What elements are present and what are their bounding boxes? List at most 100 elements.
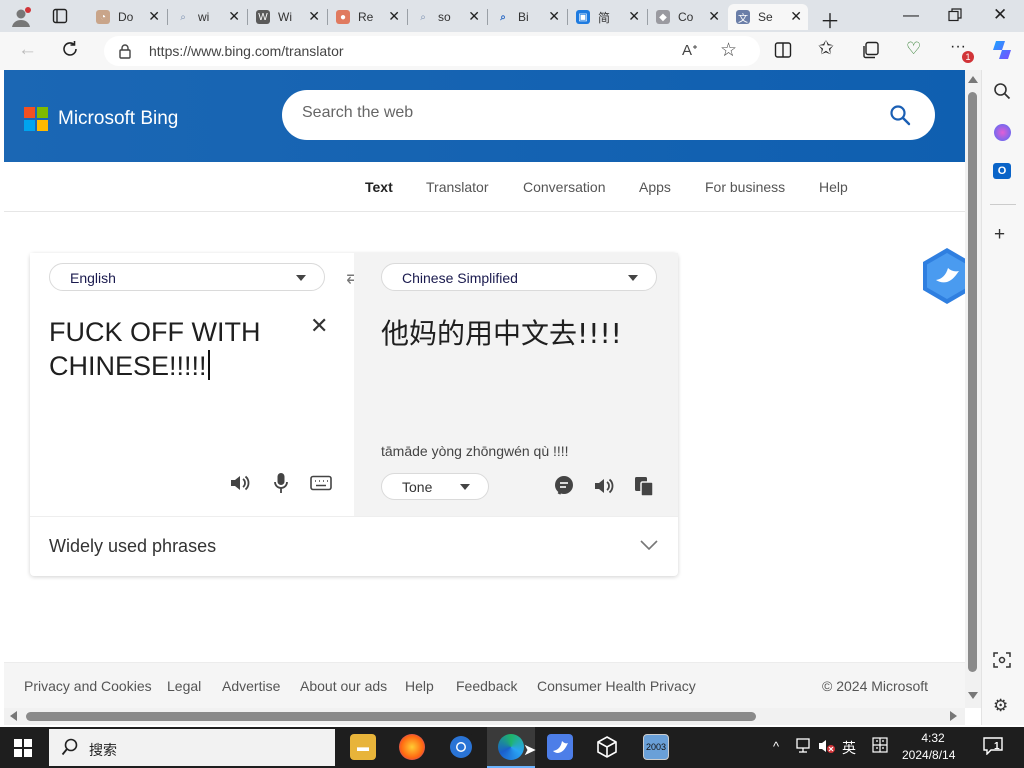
search-icon[interactable]	[889, 104, 911, 131]
vertical-scroll-thumb[interactable]	[968, 92, 977, 672]
read-aloud-icon[interactable]: Aᐩ	[682, 41, 698, 59]
widely-used-phrases[interactable]: Widely used phrases	[30, 516, 678, 576]
nav-apps[interactable]: Apps	[639, 179, 671, 195]
close-tab-icon[interactable]: ✕	[628, 8, 640, 25]
network-icon[interactable]	[795, 738, 811, 757]
vertical-scrollbar[interactable]	[965, 70, 981, 708]
close-tab-icon[interactable]: ✕	[790, 8, 802, 25]
restore-button[interactable]	[948, 8, 962, 27]
keyboard-icon[interactable]	[309, 471, 333, 495]
ime-indicator[interactable]: 英	[842, 738, 856, 758]
close-tab-icon[interactable]: ✕	[148, 8, 160, 25]
scroll-right-icon[interactable]	[950, 711, 957, 721]
chevron-up-icon[interactable]: ^	[773, 739, 779, 754]
browser-tab[interactable]: ◔ Do ✕	[88, 4, 166, 30]
back-arrow-icon[interactable]: ←	[18, 39, 37, 61]
close-tab-icon[interactable]: ✕	[388, 8, 400, 25]
browser-tab[interactable]: ◆ Co ✕	[648, 4, 726, 30]
footer-link[interactable]: Consumer Health Privacy	[537, 678, 696, 694]
mouse-cursor-icon: ➤	[523, 742, 537, 759]
split-screen-icon[interactable]	[774, 41, 792, 64]
refresh-icon[interactable]	[60, 39, 80, 64]
notification-center-icon[interactable]	[983, 737, 1003, 758]
source-language-select[interactable]: English	[49, 263, 325, 291]
copilot-sidebar-icon[interactable]	[994, 124, 1011, 141]
source-pane: English FUCK OFF WITH CHINESE!!!!! ✕	[30, 253, 354, 516]
horizontal-scroll-thumb[interactable]	[26, 712, 756, 721]
virtualbox-cube-icon[interactable]	[594, 734, 620, 760]
microphone-icon[interactable]	[269, 471, 293, 495]
nav-translator[interactable]: Translator	[426, 179, 489, 195]
clock-time[interactable]: 4:32	[918, 731, 948, 745]
clear-text-button[interactable]: ✕	[310, 313, 328, 339]
feishu-bird-icon[interactable]	[547, 734, 573, 760]
collections-icon[interactable]	[862, 41, 880, 64]
outlook-icon[interactable]: O	[993, 163, 1011, 179]
copilot-icon[interactable]	[990, 38, 1014, 67]
firefox-icon[interactable]	[399, 734, 425, 760]
chevron-down-icon[interactable]	[640, 537, 658, 555]
browser-tab[interactable]: W Wi ✕	[248, 4, 326, 30]
footer-link[interactable]: About our ads	[300, 678, 387, 694]
speaker-icon[interactable]	[592, 474, 616, 498]
target-language-select[interactable]: Chinese Simplified	[381, 263, 657, 291]
close-tab-icon[interactable]: ✕	[708, 8, 720, 25]
virtual-machine-icon[interactable]: 2003	[643, 734, 669, 760]
close-tab-icon[interactable]: ✕	[228, 8, 240, 25]
search-box[interactable]	[282, 90, 935, 140]
tone-select[interactable]: Tone	[381, 473, 489, 500]
footer-link[interactable]: Privacy and Cookies	[24, 678, 152, 694]
close-tab-icon[interactable]: ✕	[548, 8, 560, 25]
source-text-input[interactable]: FUCK OFF WITH CHINESE!!!!!	[49, 315, 289, 383]
browser-tab[interactable]: ⌕ wi ✕	[168, 4, 246, 30]
nav-for-business[interactable]: For business	[705, 179, 785, 195]
speaker-icon[interactable]	[228, 471, 252, 495]
clock-date[interactable]: 2024/8/14	[902, 748, 955, 762]
translator-bird-icon[interactable]	[919, 246, 965, 311]
nav-text[interactable]: Text	[365, 179, 393, 195]
new-tab-button[interactable]: ＋	[820, 5, 840, 34]
scroll-left-icon[interactable]	[10, 711, 17, 721]
scroll-down-icon[interactable]	[968, 692, 978, 699]
volume-muted-icon[interactable]	[818, 738, 836, 757]
close-tab-icon[interactable]: ✕	[468, 8, 480, 25]
footer-link[interactable]: Legal	[167, 678, 201, 694]
settings-gear-icon[interactable]: ⚙	[993, 696, 1008, 716]
nav-help[interactable]: Help	[819, 179, 848, 195]
windows-start-icon[interactable]	[14, 739, 32, 762]
screenshot-icon[interactable]	[993, 652, 1011, 673]
scroll-up-icon[interactable]	[968, 76, 978, 83]
browser-tab[interactable]: ● Re ✕	[328, 4, 406, 30]
copy-icon[interactable]	[632, 474, 656, 498]
footer-link[interactable]: Advertise	[222, 678, 280, 694]
browser-tab-active[interactable]: 文 Se ✕	[728, 4, 808, 30]
horizontal-scrollbar[interactable]	[4, 708, 965, 725]
taskbar-search-box[interactable]: 搜索	[49, 729, 335, 766]
browser-essentials-icon[interactable]: ♡	[906, 39, 921, 59]
footer-link[interactable]: Feedback	[456, 678, 517, 694]
nav-conversation[interactable]: Conversation	[523, 179, 606, 195]
reddit-icon: ●	[336, 10, 350, 24]
url-text[interactable]: https://www.bing.com/translator	[149, 43, 344, 59]
browser-tab[interactable]: ⌕ so ✕	[408, 4, 486, 30]
ime-mode-icon[interactable]	[872, 737, 888, 756]
profile-avatar-icon[interactable]	[10, 6, 32, 33]
close-tab-icon[interactable]: ✕	[308, 8, 320, 25]
browser-tab[interactable]: ▣ 简 ✕	[568, 4, 646, 30]
search-input[interactable]	[302, 104, 862, 122]
favorites-icon[interactable]: ✩	[818, 37, 834, 60]
lock-icon[interactable]	[118, 43, 132, 64]
address-bar[interactable]: https://www.bing.com/translator Aᐩ ☆	[104, 36, 760, 66]
search-icon[interactable]	[993, 82, 1011, 105]
chromium-icon[interactable]	[448, 734, 474, 760]
minimize-button[interactable]: —	[903, 7, 919, 25]
close-window-button[interactable]: ✕	[993, 5, 1007, 25]
tab-actions-icon[interactable]	[52, 8, 68, 29]
bing-logo[interactable]: Microsoft Bing	[24, 107, 178, 131]
add-sidebar-app-icon[interactable]: +	[994, 224, 1005, 246]
footer-link[interactable]: Help	[405, 678, 434, 694]
browser-tab[interactable]: ⌕ Bi ✕	[488, 4, 566, 30]
file-explorer-icon[interactable]: ▬	[350, 734, 376, 760]
favorite-star-icon[interactable]: ☆	[720, 39, 737, 62]
feedback-chat-icon[interactable]	[552, 474, 576, 498]
